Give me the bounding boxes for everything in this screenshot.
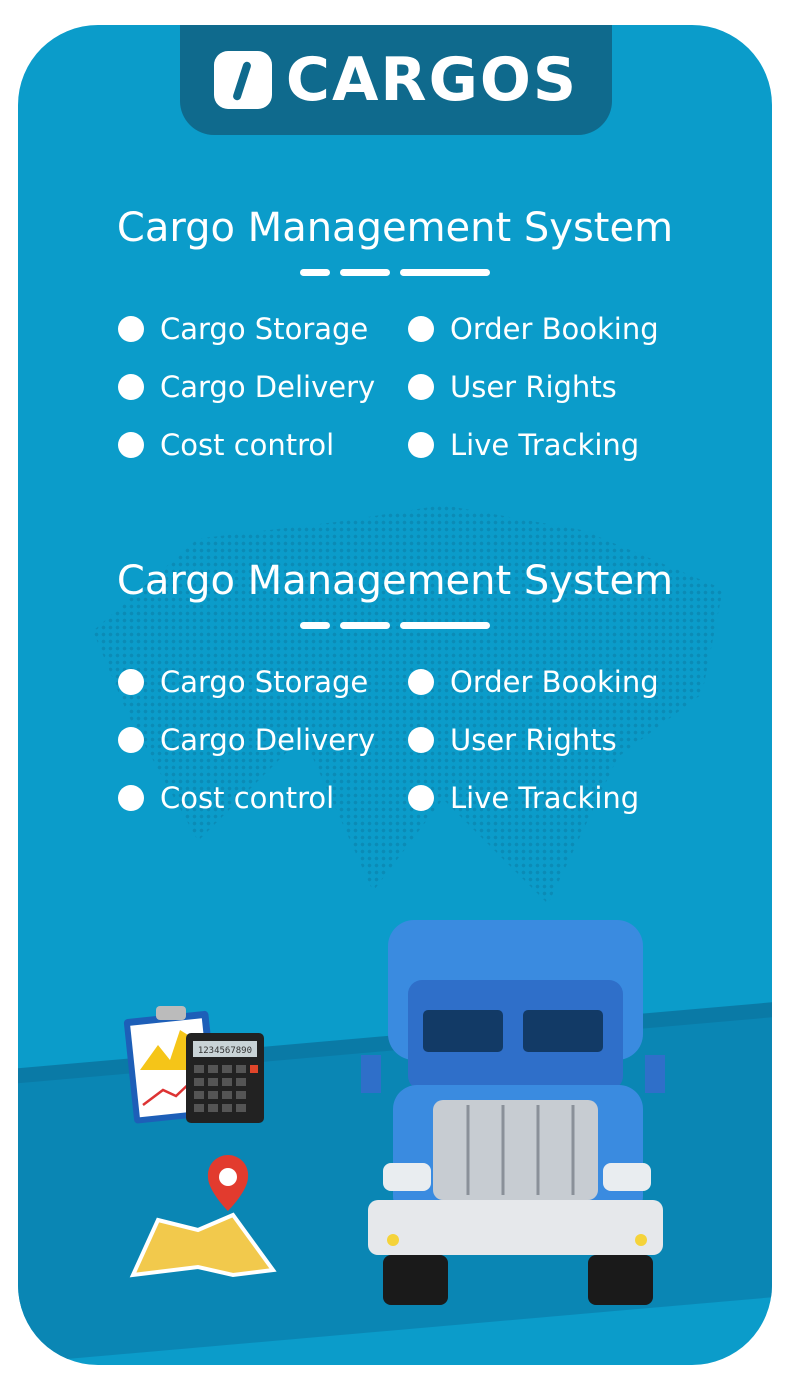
- feature-label: Cargo Storage: [160, 665, 369, 699]
- bullet-icon: [408, 316, 434, 342]
- section-title: Cargo Management System: [116, 558, 674, 604]
- feature-item: User Rights: [408, 718, 698, 762]
- logo-text: CARGOS: [285, 45, 579, 115]
- feature-item: Cost control: [118, 776, 408, 820]
- promo-card: CARGOS Cargo Management System Cargo Sto…: [18, 25, 772, 1365]
- bullet-icon: [408, 785, 434, 811]
- bullet-icon: [118, 374, 144, 400]
- feature-item: Cargo Storage: [118, 660, 408, 704]
- logo-i-icon: [213, 51, 272, 109]
- feature-item: Cost control: [118, 423, 408, 467]
- feature-item: Live Tracking: [408, 423, 698, 467]
- map-pin-icon: [129, 1155, 277, 1278]
- feature-label: Cargo Delivery: [160, 723, 376, 757]
- feature-item: Cargo Delivery: [118, 365, 408, 409]
- feature-item: User Rights: [408, 365, 698, 409]
- bullet-icon: [118, 432, 144, 458]
- section-title: Cargo Management System: [116, 205, 674, 251]
- feature-label: Cargo Delivery: [160, 370, 376, 404]
- divider: [18, 622, 772, 629]
- feature-label: Order Booking: [450, 312, 659, 346]
- feature-label: Live Tracking: [450, 428, 640, 462]
- feature-label: Cost control: [160, 781, 335, 815]
- logo: CARGOS: [180, 25, 612, 135]
- feature-label: Live Tracking: [450, 781, 640, 815]
- feature-label: User Rights: [450, 370, 617, 404]
- feature-label: Cargo Storage: [160, 312, 369, 346]
- feature-section-1: Cargo Management System Cargo Storage Or…: [18, 205, 772, 462]
- bullet-icon: [408, 669, 434, 695]
- truck-illustration: [361, 920, 665, 1305]
- bullet-icon: [408, 432, 434, 458]
- feature-item: Order Booking: [408, 307, 698, 351]
- divider: [18, 269, 772, 276]
- feature-item: Cargo Storage: [118, 307, 408, 351]
- feature-item: Order Booking: [408, 660, 698, 704]
- feature-label: User Rights: [450, 723, 617, 757]
- feature-item: Live Tracking: [408, 776, 698, 820]
- feature-section-2: Cargo Management System Cargo Storage Or…: [18, 558, 772, 815]
- calculator-display: 1234567890: [198, 1046, 252, 1056]
- bullet-icon: [408, 727, 434, 753]
- feature-label: Cost control: [160, 428, 335, 462]
- bullet-icon: [408, 374, 434, 400]
- feature-label: Order Booking: [450, 665, 659, 699]
- bullet-icon: [118, 785, 144, 811]
- calculator-icon: 1234567890: [186, 1033, 264, 1123]
- feature-item: Cargo Delivery: [118, 718, 408, 762]
- bullet-icon: [118, 727, 144, 753]
- bullet-icon: [118, 316, 144, 342]
- bullet-icon: [118, 669, 144, 695]
